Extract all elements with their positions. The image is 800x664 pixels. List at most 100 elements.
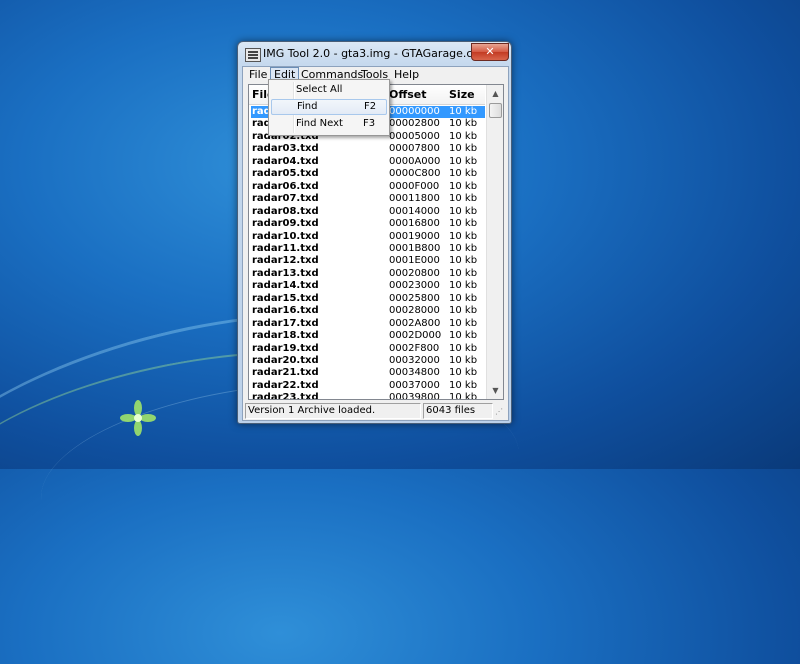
menu-file[interactable]: File [246,68,270,82]
file-name-cell: radar07.txd [252,193,319,205]
menu-item-find-next[interactable]: Find Next F3 [271,116,387,132]
table-row[interactable]: radar06.txd 0000F000 10 kb [249,181,485,194]
offset-cell: 00032000 [389,355,440,366]
size-cell: 10 kb [449,143,478,155]
scroll-down-arrow-icon[interactable]: ▼ [487,382,503,399]
offset-cell: 00007800 [389,143,440,155]
file-name-cell: radar06.txd [252,180,319,192]
file-name-cell: radar16.txd [252,305,319,317]
size-cell: 10 kb [449,317,478,329]
file-name-cell: radar04.txd [252,155,319,167]
menu-item-find[interactable]: Find F2 [271,99,387,115]
table-row[interactable]: radar11.txd 0001B800 10 kb [249,243,485,256]
vertical-scrollbar[interactable]: ▲ ▼ [486,85,503,399]
table-row[interactable]: radar16.txd 00028000 10 kb [249,305,485,318]
table-row[interactable]: radar07.txd 00011800 10 kb [249,193,485,206]
title-bar[interactable]: IMG Tool 2.0 - gta3.img - GTAGarage.com … [238,42,511,66]
table-row[interactable]: radar13.txd 00020800 10 kb [249,268,485,281]
offset-cell: 0002A800 [389,317,441,329]
offset-cell: 00020800 [389,267,440,279]
menu-item-label: Find [297,101,318,112]
size-cell: 10 kb [449,267,478,279]
offset-cell: 00019000 [389,230,440,242]
offset-cell: 0002D000 [389,330,442,342]
table-row[interactable]: radar03.txd 00007800 10 kb [249,143,485,156]
size-cell: 10 kb [449,280,478,292]
size-cell: 10 kb [449,292,478,304]
offset-cell: 00023000 [389,280,440,292]
offset-cell: 0000F000 [389,180,440,192]
menu-item-shortcut: F3 [363,118,376,129]
size-cell: 10 kb [449,379,478,391]
offset-cell: 00002800 [389,118,440,130]
table-row[interactable]: radar09.txd 00016800 10 kb [249,218,485,231]
status-message: Version 1 Archive loaded. [245,403,421,419]
table-row[interactable]: radar05.txd 0000C800 10 kb [249,168,485,181]
table-row[interactable]: radar17.txd 0002A800 10 kb [249,318,485,331]
size-cell: 10 kb [449,342,478,354]
table-row[interactable]: radar10.txd 00019000 10 kb [249,231,485,244]
file-name-cell: radar18.txd [252,330,319,342]
file-name-cell: radar20.txd [252,355,319,366]
file-name-cell: radar10.txd [252,230,319,242]
table-row[interactable]: radar08.txd 00014000 10 kb [249,206,485,219]
offset-cell: 00034800 [389,367,440,379]
file-name-cell: radar09.txd [252,218,319,230]
scroll-thumb[interactable] [489,103,502,118]
table-row[interactable]: radar21.txd 00034800 10 kb [249,367,485,380]
file-name-cell: radar03.txd [252,143,319,155]
offset-cell: 00005000 [389,130,440,142]
size-cell: 10 kb [449,180,478,192]
table-row[interactable]: radar12.txd 0001E000 10 kb [249,255,485,268]
offset-cell: 0001E000 [389,255,440,267]
size-cell: 10 kb [449,168,478,180]
close-button[interactable]: ✕ [471,43,509,61]
size-cell: 10 kb [449,193,478,205]
menu-item-label: Select All [296,84,343,95]
offset-cell: 0000A000 [389,155,441,167]
table-row[interactable]: radar14.txd 00023000 10 kb [249,280,485,293]
column-header-offset[interactable]: Offset [389,88,427,101]
size-cell: 10 kb [449,355,478,366]
file-name-cell: radar08.txd [252,205,319,217]
resize-grip-icon[interactable]: ⋰ [495,407,505,417]
size-cell: 10 kb [449,155,478,167]
table-row[interactable]: radar22.txd 00037000 10 kb [249,380,485,393]
table-row[interactable]: radar15.txd 00025800 10 kb [249,293,485,306]
file-name-cell: radar15.txd [252,292,319,304]
menu-item-shortcut: F2 [364,101,377,112]
table-row[interactable]: radar18.txd 0002D000 10 kb [249,330,485,343]
file-name-cell: radar17.txd [252,317,319,329]
offset-cell: 00028000 [389,305,440,317]
file-name-cell: radar22.txd [252,379,319,391]
file-name-cell: radar05.txd [252,168,319,180]
file-name-cell: radar19.txd [252,342,319,354]
menu-item-label: Find Next [296,118,343,129]
windows-flower-logo [120,400,156,436]
table-row[interactable]: radar19.txd 0002F800 10 kb [249,343,485,356]
offset-cell: 00039800 [389,392,440,400]
offset-cell: 0002F800 [389,342,440,354]
table-row[interactable]: radar23.txd 00039800 10 kb [249,392,485,400]
edit-dropdown-menu: Select All Find F2 Find Next F3 [268,79,390,136]
size-cell: 10 kb [449,230,478,242]
offset-cell: 00016800 [389,218,440,230]
offset-cell: 00011800 [389,193,440,205]
size-cell: 10 kb [449,118,478,130]
status-file-count: 6043 files [423,403,493,419]
file-name-cell: radar21.txd [252,367,319,379]
size-cell: 10 kb [449,242,478,254]
size-cell: 10 kb [449,205,478,217]
size-cell: 10 kb [449,255,478,267]
app-icon[interactable] [245,48,261,62]
table-row[interactable]: radar04.txd 0000A000 10 kb [249,156,485,169]
scroll-up-arrow-icon[interactable]: ▲ [487,85,503,102]
column-header-size[interactable]: Size [449,88,475,101]
table-row[interactable]: radar20.txd 00032000 10 kb [249,355,485,368]
menu-item-select-all[interactable]: Select All [271,82,387,98]
file-name-cell: radar13.txd [252,267,319,279]
size-cell: 10 kb [449,305,478,317]
file-name-cell: radar11.txd [252,242,319,254]
menu-help[interactable]: Help [391,68,422,82]
offset-cell: 0000C800 [389,168,441,180]
